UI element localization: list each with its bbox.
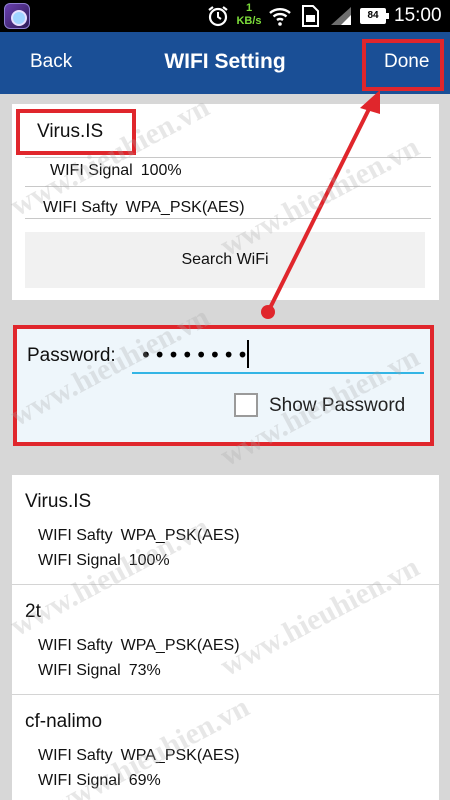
app-icon bbox=[4, 3, 30, 29]
signal-label: WIFI Signal bbox=[38, 772, 121, 789]
network-signal: WIFI Signal 73% bbox=[38, 662, 161, 680]
network-safety: WIFI Safty WPA_PSK(AES) bbox=[38, 527, 240, 545]
clock: 15:00 bbox=[394, 5, 442, 26]
safety-label: WIFI Safty bbox=[43, 199, 118, 216]
signal-label: WIFI Signal bbox=[38, 662, 121, 679]
divider bbox=[25, 218, 431, 219]
signal-value: 100% bbox=[140, 162, 182, 179]
speed-unit: KB/s bbox=[236, 15, 262, 27]
safety-value: WPA_PSK(AES) bbox=[120, 637, 240, 654]
sim-icon bbox=[298, 4, 322, 28]
network-name: cf-nalimo bbox=[25, 711, 103, 732]
wifi-icon bbox=[267, 4, 293, 28]
ssid-highlight-box bbox=[16, 109, 136, 155]
safety-value: WPA_PSK(AES) bbox=[120, 527, 240, 544]
divider bbox=[25, 157, 431, 158]
signal-label: WIFI Signal bbox=[50, 162, 133, 179]
network-safety: WIFI Safty WPA_PSK(AES) bbox=[38, 637, 240, 655]
safety-label: WIFI Safty bbox=[38, 637, 113, 654]
back-button[interactable]: Back bbox=[30, 51, 72, 73]
signal-icon bbox=[328, 4, 354, 28]
alarm-icon bbox=[205, 4, 231, 28]
network-safety: WIFI Safty WPA_PSK(AES) bbox=[38, 747, 240, 765]
signal-value: 73% bbox=[128, 662, 161, 679]
network-name: 2t bbox=[25, 601, 41, 622]
network-list[interactable]: Virus.IS WIFI Safty WPA_PSK(AES) WIFI Sig… bbox=[12, 475, 439, 800]
speed-value: 1 bbox=[245, 2, 253, 14]
safety-value: WPA_PSK(AES) bbox=[125, 199, 245, 216]
search-wifi-button[interactable]: Search WiFi bbox=[25, 232, 425, 288]
network-signal: WIFI Signal 69% bbox=[38, 772, 161, 790]
network-speed: 1 KB/s bbox=[234, 2, 264, 28]
current-safety-row: WIFI Safty WPA_PSK(AES) bbox=[43, 199, 245, 217]
current-signal-row: WIFI Signal 100% bbox=[50, 162, 182, 180]
list-item[interactable]: 2t WIFI Safty WPA_PSK(AES) WIFI Signal 73% bbox=[12, 585, 439, 695]
status-bar: 1 KB/s 84 15:00 bbox=[0, 0, 450, 32]
list-item[interactable]: Virus.IS WIFI Safty WPA_PSK(AES) WIFI Sig… bbox=[12, 475, 439, 585]
password-highlight-box bbox=[13, 325, 434, 446]
network-signal: WIFI Signal 100% bbox=[38, 552, 170, 570]
safety-label: WIFI Safty bbox=[38, 747, 113, 764]
divider bbox=[25, 186, 431, 187]
safety-label: WIFI Safty bbox=[38, 527, 113, 544]
signal-value: 100% bbox=[128, 552, 170, 569]
signal-value: 69% bbox=[128, 772, 161, 789]
safety-value: WPA_PSK(AES) bbox=[120, 747, 240, 764]
network-name: Virus.IS bbox=[25, 491, 92, 512]
battery-icon: 84 bbox=[360, 8, 389, 24]
done-highlight-box bbox=[362, 39, 444, 91]
list-item[interactable]: cf-nalimo WIFI Safty WPA_PSK(AES) WIFI Si… bbox=[12, 695, 439, 800]
signal-label: WIFI Signal bbox=[38, 552, 121, 569]
